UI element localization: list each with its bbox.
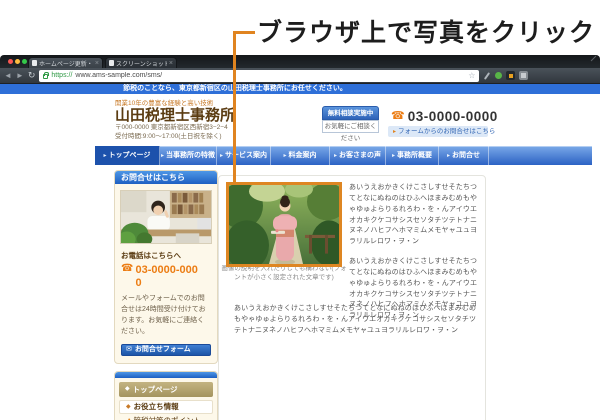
bookmark-star-icon[interactable]: ☆	[468, 72, 475, 80]
main-navigation: ▸トップページ ▸当事務所の特徴 ▸サービス案内 ▸料金案内 ▸お客さまの声 ▸…	[95, 146, 592, 165]
site-address: 〒000-0000 東京都新宿区西新宿3−2−4	[115, 124, 235, 133]
contact-form-button-label: お問合せフォーム	[135, 346, 191, 353]
nav-label: お客さまの声	[339, 152, 381, 159]
tab-title: スクリーンショット 201..	[116, 59, 167, 68]
office-photo	[120, 190, 212, 244]
contact-note: メールやフォームでのお問合せは24時間受け付けております。お気軽にご連絡ください…	[121, 294, 211, 337]
gear-icon: ◆	[126, 404, 131, 410]
url-scheme: https://	[51, 72, 72, 79]
chevron-right-icon: ▸	[283, 153, 286, 159]
tel-label: お電話はこちらへ	[121, 250, 211, 261]
web-page: 節税のことなら、東京都新宿区の山田税理士事務所にお任せください。 開業10年の豊…	[0, 84, 600, 420]
sidebar-item-label: トップページ	[133, 384, 178, 395]
forward-button[interactable]: ►	[16, 72, 24, 80]
tab-close-icon[interactable]: ×	[95, 60, 99, 67]
nav-label: サービス案内	[225, 152, 267, 159]
browser-tab-inactive[interactable]: スクリーンショット 201.. ×	[105, 57, 177, 68]
content-area: お問合せはこちら	[0, 165, 600, 420]
phone-icon: ☎	[391, 111, 405, 122]
annotation-line-horizontal	[233, 31, 255, 34]
window-resize-handle[interactable]	[591, 56, 597, 62]
contact-form-link[interactable]: ▸フォームからのお問合せはこちら	[388, 126, 488, 137]
nav-label: 当事務所の特徴	[166, 152, 215, 159]
nav-item-features[interactable]: ▸当事務所の特徴	[160, 146, 217, 165]
kimono-photo	[229, 185, 339, 264]
nav-label: お問合せ	[452, 152, 480, 159]
tab-title: ホームページ更新・あき..	[39, 59, 93, 68]
site-header: 開業10年の豊富な経験と高い技術 山田税理士事務所 〒000-0000 東京都新…	[0, 94, 600, 146]
window-controls	[8, 59, 27, 64]
site-title[interactable]: 山田税理士事務所	[115, 107, 235, 124]
nav-label: 料金案内	[289, 152, 317, 159]
tab-close-icon[interactable]: ×	[169, 60, 173, 67]
page-icon	[32, 60, 37, 66]
browser-toolbar: ◄ ► ↻ https:// www.ams-sample.com/sms/ ☆	[0, 68, 600, 84]
address-bar[interactable]: https:// www.ams-sample.com/sms/ ☆	[39, 70, 479, 82]
zoom-window-button[interactable]	[22, 59, 27, 64]
nav-item-contact[interactable]: ▸お問合せ	[439, 146, 489, 165]
main-panel: 画像の説明を入れたりしても構わない(フォントが小さく設定された文章です) あいう…	[218, 175, 486, 420]
free-consult-badge: 無料相談実施中	[322, 106, 379, 120]
chevron-right-icon: ▸	[447, 153, 450, 159]
screenshot-stage: ブラウザ上で写真をクリック ホームページ更新・あき.. × スクリーンショット …	[0, 0, 600, 420]
annotation-line-vertical	[233, 31, 236, 184]
page-icon	[109, 60, 114, 66]
kimono-photo-highlighted[interactable]	[226, 182, 342, 267]
sidebar-item-top[interactable]: ◆トップページ	[119, 382, 213, 397]
browser-tab-active[interactable]: ホームページ更新・あき.. ×	[28, 57, 103, 68]
lock-icon	[43, 74, 48, 79]
sidebar-item-tax-saving[interactable]: •節税対策のポイント	[119, 414, 213, 420]
nav-item-pricing[interactable]: ▸料金案内	[271, 146, 330, 165]
back-button[interactable]: ◄	[4, 72, 12, 80]
sidebar-item-label: 節税対策のポイント	[133, 415, 201, 420]
browser-window: ホームページ更新・あき.. × スクリーンショット 201.. × ◄ ► ↻ …	[0, 55, 600, 420]
gear-icon: ◆	[125, 386, 130, 392]
chevron-right-icon: ▸	[334, 153, 337, 159]
nav-label: トップページ	[109, 152, 151, 159]
consult-note: お気軽にご相談ください	[322, 120, 379, 133]
phone-number: 03-0000-0000	[135, 264, 203, 290]
chevron-right-icon: ▸	[104, 153, 107, 159]
extension-icon-green[interactable]	[495, 72, 502, 79]
sidebar-contact-title: お問合せはこちら	[115, 171, 217, 184]
reload-button[interactable]: ↻	[28, 71, 36, 80]
phone-icon: ☎	[121, 264, 133, 290]
nav-label: 事務所概要	[397, 152, 432, 159]
sidebar-menu: ◆トップページ ◆お役立ち情報 •節税対策のポイント •失敗しない税理士選び ◆…	[115, 378, 217, 420]
nav-item-top[interactable]: ▸トップページ	[95, 146, 160, 165]
header-phone: ☎ 03-0000-0000	[391, 109, 498, 124]
nav-item-services[interactable]: ▸サービス案内	[217, 146, 271, 165]
nav-item-voices[interactable]: ▸お客さまの声	[330, 146, 386, 165]
envelope-icon: ✉	[126, 346, 132, 353]
close-window-button[interactable]	[8, 59, 13, 64]
sidebar-phone: ☎ 03-0000-0000	[121, 264, 211, 290]
browser-tab-strip: ホームページ更新・あき.. × スクリーンショット 201.. ×	[0, 55, 600, 68]
chevron-right-icon: ▸	[392, 153, 395, 159]
wrench-icon[interactable]	[484, 72, 490, 80]
contact-form-button[interactable]: ✉お問合せフォーム	[121, 344, 211, 356]
annotation-label: ブラウザ上で写真をクリック	[257, 13, 595, 49]
browser-menu-icon[interactable]	[519, 71, 528, 80]
sidebar-item-useful-info[interactable]: ◆お役立ち情報	[119, 400, 213, 414]
nav-item-overview[interactable]: ▸事務所概要	[386, 146, 439, 165]
sidebar-item-label: お役立ち情報	[134, 401, 179, 412]
chevron-right-icon: ▸	[393, 129, 396, 135]
chevron-right-icon: ▸	[220, 153, 223, 159]
contact-form-link-label: フォームからのお問合せはこちら	[398, 128, 495, 135]
sidebar-contact-box: お問合せはこちら	[114, 170, 218, 364]
url-text: www.ams-sample.com/sms/	[75, 72, 465, 79]
sidebar: お問合せはこちら	[114, 170, 218, 420]
chevron-right-icon: ▸	[161, 153, 164, 159]
phone-number: 03-0000-0000	[408, 109, 498, 124]
minimize-window-button[interactable]	[15, 59, 20, 64]
site-identity: 開業10年の豊富な経験と高い技術 山田税理士事務所 〒000-0000 東京都新…	[115, 97, 235, 142]
catchphrase-bar: 節税のことなら、東京都新宿区の山田税理士事務所にお任せください。	[0, 84, 600, 94]
paragraph: あいうえおかきくけこさしすせそたちつてとなにぬねのはひふへほまみむめもやゃゆゅよ…	[349, 183, 477, 248]
site-tagline: 開業10年の豊富な経験と高い技術	[115, 97, 235, 107]
site-hours: 受付時間:9:00〜17:00(土日祝を除く)	[115, 133, 235, 142]
sidebar-menu-box: ◆トップページ ◆お役立ち情報 •節税対策のポイント •失敗しない税理士選び ◆…	[114, 371, 218, 420]
extension-icon-orange[interactable]	[506, 71, 515, 80]
paragraph: あいうえおかきくけこさしすせそたちつてとなにぬねのはひふへほまみむめもやゃゆゅよ…	[234, 304, 476, 337]
